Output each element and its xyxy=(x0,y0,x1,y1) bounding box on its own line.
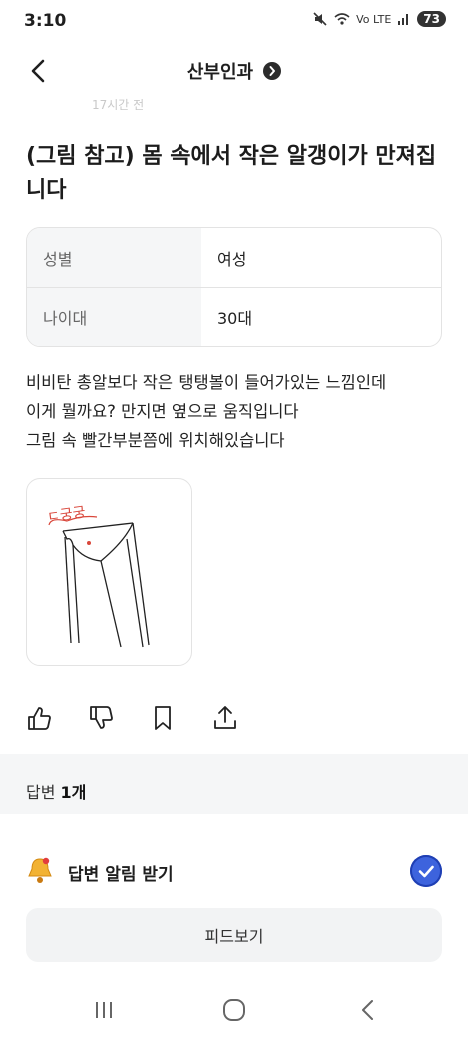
share-button[interactable] xyxy=(212,704,238,732)
info-value: 30대 xyxy=(217,309,253,328)
status-time: 3:10 xyxy=(24,11,67,31)
home-button[interactable] xyxy=(220,996,248,1024)
alert-checkbox[interactable] xyxy=(410,855,442,887)
nav-back-button[interactable] xyxy=(354,996,382,1024)
answer-alert-row[interactable]: 답변 알림 받기 xyxy=(0,843,468,897)
bell-icon xyxy=(28,857,52,883)
chevron-right-icon xyxy=(263,62,282,80)
info-row-gender: 성별 여성 xyxy=(27,228,441,287)
share-icon xyxy=(214,706,236,729)
attached-drawing[interactable]: ㄷ궁궁 xyxy=(26,478,192,666)
drawing-sketch: ㄷ궁궁 xyxy=(46,504,150,648)
home-icon xyxy=(223,999,245,1021)
info-value: 여성 xyxy=(217,249,247,269)
alert-label: 답변 알림 받기 xyxy=(68,865,174,885)
page-title: 산부인과 xyxy=(186,62,254,83)
status-icons: Vo LTE 73 xyxy=(312,11,446,27)
check-icon xyxy=(418,865,434,878)
app-header: 산부인과 xyxy=(0,44,468,100)
nav-back-icon xyxy=(362,1000,373,1020)
body-line: 이게 뭘까요? 만지면 옆으로 움직입니다 xyxy=(26,402,299,421)
answer-count: 답변 1개 xyxy=(26,779,86,803)
post-meta: 17시간 전 xyxy=(26,96,144,110)
body-line: 비비탄 총알보다 작은 탱탱볼이 들어가있는 느낌인데 xyxy=(26,373,387,392)
battery-indicator: 73 xyxy=(417,11,446,27)
feed-button[interactable]: 피드보기 xyxy=(26,908,442,962)
drawing-caption: ㄷ궁궁 xyxy=(46,504,87,525)
thumbs-up-icon xyxy=(28,707,51,730)
section-divider xyxy=(0,754,468,766)
status-bar: 3:10 Vo LTE 73 xyxy=(0,0,468,42)
thumbs-down-icon xyxy=(90,706,113,729)
signal-icon xyxy=(398,14,409,25)
bookmark-icon xyxy=(155,706,171,730)
recents-button[interactable] xyxy=(90,996,118,1024)
mute-icon xyxy=(313,12,327,26)
post-title: (그림 참고) 몸 속에서 작은 알갱이가 만져집니다 xyxy=(26,144,437,203)
dislike-button[interactable] xyxy=(88,704,114,732)
wifi-icon xyxy=(334,13,350,25)
info-row-age: 나이대 30대 xyxy=(27,287,441,346)
like-button[interactable] xyxy=(26,704,52,732)
system-nav-bar xyxy=(0,980,468,1040)
header-title-link[interactable]: 산부인과 xyxy=(0,58,468,84)
info-label: 나이대 xyxy=(27,288,201,346)
post-time: 17시간 전 xyxy=(92,98,145,110)
answer-count-value: 1개 xyxy=(60,783,87,802)
post-body: 비비탄 총알보다 작은 탱탱볼이 들어가있는 느낌인데 이게 뭘까요? 만지면 … xyxy=(26,368,446,455)
patient-info-table: 성별 여성 나이대 30대 xyxy=(26,227,442,347)
info-label: 성별 xyxy=(27,228,201,287)
network-label: Vo LTE xyxy=(356,12,392,26)
bookmark-button[interactable] xyxy=(150,704,176,732)
recents-icon xyxy=(96,1002,112,1018)
post-actions xyxy=(26,704,238,732)
body-line: 그림 속 빨간부분쯤에 위치해있습니다 xyxy=(26,431,285,450)
answer-label: 답변 xyxy=(26,783,56,802)
